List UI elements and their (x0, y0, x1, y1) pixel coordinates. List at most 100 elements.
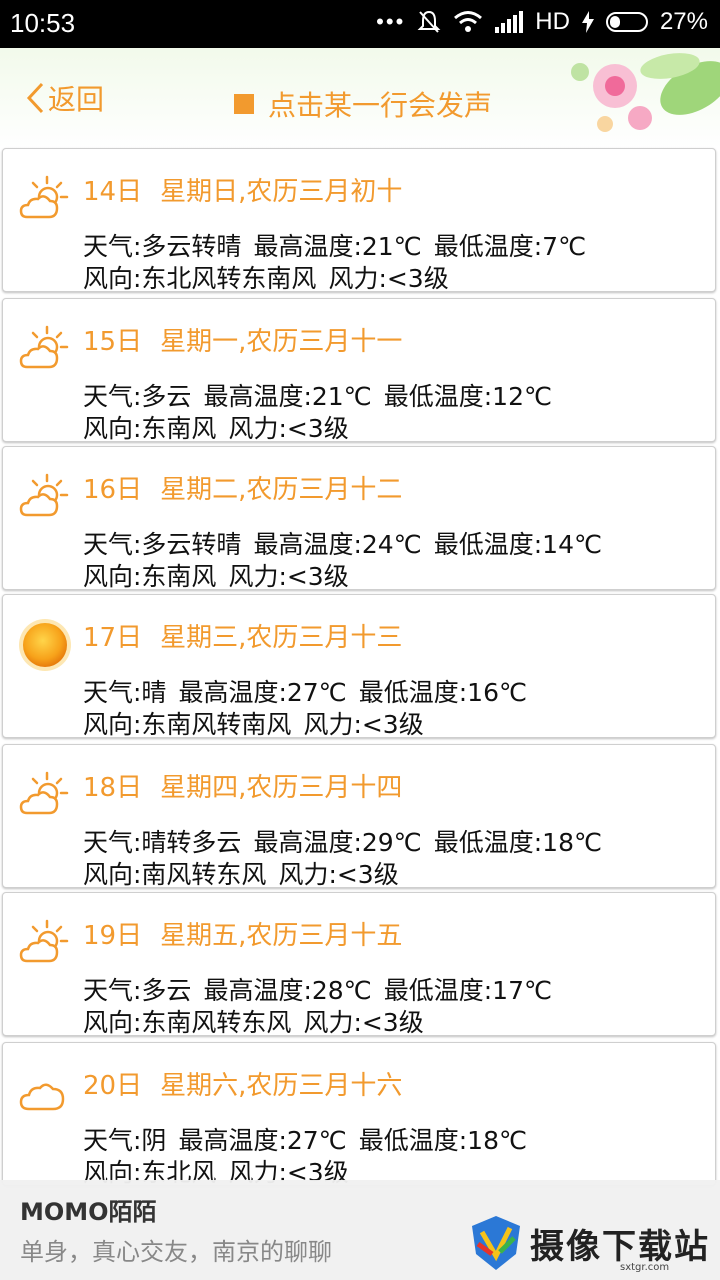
watermark: 摄像下载站 sxtgr.com (470, 1210, 710, 1276)
flower-leaf-decoration (571, 53, 720, 132)
status-bar: 10:53 ••• HD 27% (0, 0, 720, 48)
partly-cloudy-icon (19, 473, 69, 517)
charging-icon (581, 11, 594, 33)
hint-text: 点击某一行会发声 (234, 84, 492, 124)
wind-force: 风力:<3级 (228, 414, 349, 443)
weather-text: 天气:多云 (83, 976, 192, 1005)
ad-subtitle: 单身，真心交友，南京的聊聊 (20, 1238, 332, 1266)
wind-force: 风力:<3级 (228, 562, 349, 591)
wind-direction: 风向:南风转东风 (83, 860, 267, 889)
week-lunar-label: 星期一,农历三月十一 (160, 327, 403, 357)
row-wind-line: 风向:东南风 风力:<3级 (83, 557, 349, 593)
row-date: 18日 星期四,农历三月十四 (83, 767, 402, 804)
wind-force: 风力:<3级 (328, 264, 449, 293)
weather-text: 天气:阴 (83, 1126, 167, 1155)
hint-label: 点击某一行会发声 (268, 89, 493, 122)
row-weather-line: 天气:晴转多云 最高温度:29℃ 最低温度:18℃ (83, 823, 602, 859)
low-temp: 最低温度:16℃ (358, 678, 528, 707)
forecast-row[interactable]: 19日 星期五,农历三月十五 天气:多云 最高温度:28℃ 最低温度:17℃ 风向:东… (2, 892, 716, 1039)
day-label: 19日 (83, 921, 143, 951)
row-wind-line: 风向:东南风转东风 风力:<3级 (83, 1003, 424, 1039)
signal-icon (495, 11, 524, 33)
row-date: 19日 星期五,农历三月十五 (83, 915, 402, 952)
row-date: 20日 星期六,农历三月十六 (83, 1065, 402, 1102)
row-wind-line: 风向:东南风 风力:<3级 (83, 409, 349, 445)
day-label: 18日 (83, 773, 143, 803)
chevron-left-icon (26, 82, 44, 114)
week-lunar-label: 星期五,农历三月十五 (160, 921, 403, 951)
high-temp: 最高温度:27℃ (178, 678, 347, 707)
week-lunar-label: 星期六,农历三月十六 (160, 1071, 403, 1101)
wind-direction: 风向:东南风 (83, 414, 217, 443)
weather-text: 天气:多云转晴 (83, 232, 242, 261)
row-weather-line: 天气:多云转晴 最高温度:24℃ 最低温度:14℃ (83, 525, 602, 561)
row-date: 14日 星期日,农历三月初十 (83, 171, 402, 208)
wind-direction: 风向:东南风转南风 (83, 710, 292, 739)
high-temp: 最高温度:21℃ (253, 232, 422, 261)
high-temp: 最高温度:28℃ (203, 976, 372, 1005)
forecast-row[interactable]: 18日 星期四,农历三月十四 天气:晴转多云 最高温度:29℃ 最低温度:18℃ 风向… (2, 744, 716, 891)
week-lunar-label: 星期三,农历三月十三 (160, 623, 403, 653)
wifi-icon (454, 11, 483, 32)
high-temp: 最高温度:21℃ (203, 382, 372, 411)
high-temp: 最高温度:24℃ (253, 530, 422, 559)
high-temp: 最高温度:27℃ (178, 1126, 347, 1155)
low-temp: 最低温度:7℃ (433, 232, 587, 261)
weather-text: 天气:晴转多云 (83, 828, 242, 857)
day-label: 20日 (83, 1071, 143, 1101)
low-temp: 最低温度:18℃ (433, 828, 603, 857)
weather-text: 天气:多云转晴 (83, 530, 242, 559)
sun-icon (19, 619, 71, 671)
row-date: 16日 星期二,农历三月十二 (83, 469, 402, 506)
more-notifications-icon: ••• (376, 9, 406, 34)
row-wind-line: 风向:东北风转东南风 风力:<3级 (83, 259, 449, 295)
partly-cloudy-icon (19, 175, 69, 219)
week-lunar-label: 星期二,农历三月十二 (160, 475, 403, 505)
battery-icon (605, 12, 648, 32)
status-icons: ••• HD 27% (376, 8, 708, 36)
row-weather-line: 天气:多云 最高温度:28℃ 最低温度:17℃ (83, 971, 552, 1007)
wind-direction: 风向:东北风转东南风 (83, 264, 317, 293)
weather-text: 天气:晴 (83, 678, 167, 707)
watermark-logo-icon (472, 1216, 520, 1270)
partly-cloudy-icon (19, 325, 69, 369)
watermark-site: sxtgr.com (620, 1262, 670, 1273)
partly-cloudy-icon (19, 771, 69, 815)
wind-direction: 风向:东南风转东风 (83, 1008, 292, 1037)
header-bar: 返回 点击某一行会发声 (0, 48, 720, 148)
forecast-row[interactable]: 20日 星期六,农历三月十六 天气:阴 最高温度:27℃ 最低温度:18℃ 风向:东北… (2, 1042, 716, 1187)
forecast-row[interactable]: 14日 星期日,农历三月初十 天气:多云转晴 最高温度:21℃ 最低温度:7℃ 风向:… (2, 148, 716, 295)
row-weather-line: 天气:多云转晴 最高温度:21℃ 最低温度:7℃ (83, 227, 586, 263)
row-wind-line: 风向:南风转东风 风力:<3级 (83, 855, 399, 891)
wind-direction: 风向:东南风 (83, 562, 217, 591)
ad-title: MOMO陌陌 (20, 1198, 157, 1226)
status-time: 10:53 (10, 8, 76, 38)
day-label: 14日 (83, 177, 143, 207)
wind-force: 风力:<3级 (303, 710, 424, 739)
mute-notification-icon (417, 10, 441, 33)
week-lunar-label: 星期日,农历三月初十 (160, 177, 403, 207)
low-temp: 最低温度:18℃ (358, 1126, 528, 1155)
back-button[interactable]: 返回 (26, 78, 104, 118)
row-date: 17日 星期三,农历三月十三 (83, 617, 402, 654)
forecast-row[interactable]: 15日 星期一,农历三月十一 天气:多云 最高温度:21℃ 最低温度:12℃ 风向:东… (2, 298, 716, 445)
day-label: 16日 (83, 475, 143, 505)
row-date: 15日 星期一,农历三月十一 (83, 321, 402, 358)
forecast-row[interactable]: 16日 星期二,农历三月十二 天气:多云转晴 最高温度:24℃ 最低温度:14℃ 风向… (2, 446, 716, 593)
row-weather-line: 天气:晴 最高温度:27℃ 最低温度:16℃ (83, 673, 527, 709)
row-wind-line: 风向:东南风转南风 风力:<3级 (83, 705, 424, 741)
low-temp: 最低温度:14℃ (433, 530, 603, 559)
wind-force: 风力:<3级 (278, 860, 399, 889)
low-temp: 最低温度:12℃ (383, 382, 553, 411)
forecast-row[interactable]: 17日 星期三,农历三月十三 天气:晴 最高温度:27℃ 最低温度:16℃ 风向:东南… (2, 594, 716, 741)
weather-text: 天气:多云 (83, 382, 192, 411)
battery-percent: 27% (659, 8, 708, 35)
watermark-brand: 摄像下载站 (530, 1226, 710, 1267)
low-temp: 最低温度:17℃ (383, 976, 553, 1005)
week-lunar-label: 星期四,农历三月十四 (160, 773, 403, 803)
partly-cloudy-icon (19, 919, 69, 963)
row-weather-line: 天气:多云 最高温度:21℃ 最低温度:12℃ (83, 377, 552, 413)
wind-force: 风力:<3级 (303, 1008, 424, 1037)
network-type: HD (535, 8, 570, 35)
day-label: 15日 (83, 327, 143, 357)
